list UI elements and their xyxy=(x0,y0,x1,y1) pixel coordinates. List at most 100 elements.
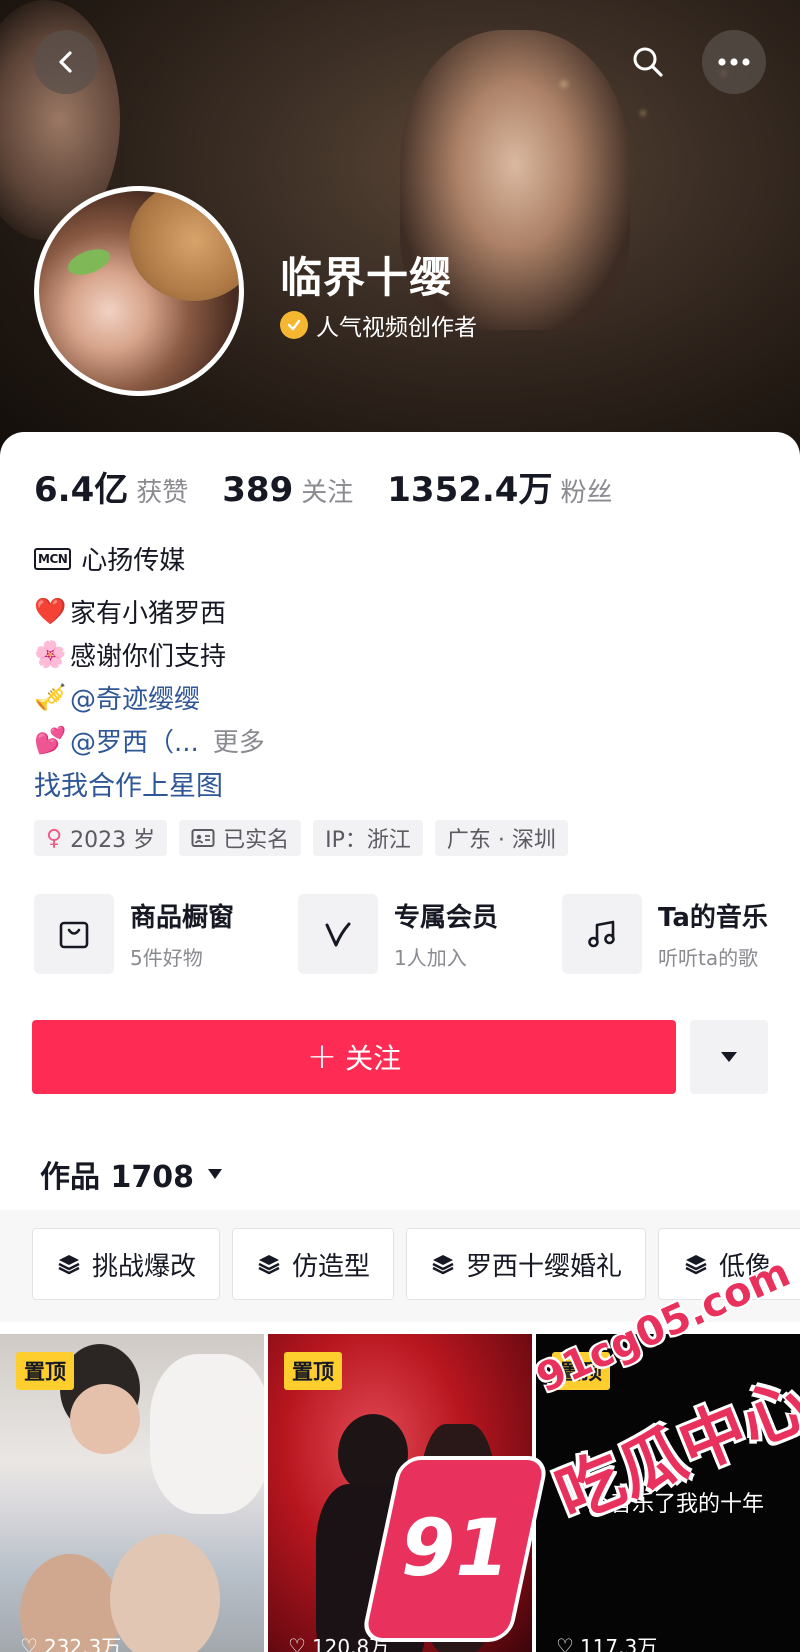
plus-icon: + xyxy=(306,1036,338,1077)
collection-label: 挑战爆改 xyxy=(91,1251,196,1282)
bio-text: 感谢你们支持 xyxy=(70,642,227,672)
profile-header: 临界十缨 人气视频创作者 xyxy=(0,0,800,470)
flower-emoji-icon: 🌸 xyxy=(34,639,67,670)
service-music[interactable]: Ta的音乐 听听ta的歌 xyxy=(562,894,768,974)
video-thumbnail[interactable]: 置顶 ♡ 232.3万 xyxy=(0,1334,264,1652)
avatar-leaf xyxy=(64,244,114,280)
thumbnail-figure xyxy=(70,1384,140,1454)
bio-line: 💕 @罗西（... 更多 xyxy=(34,719,265,762)
layers-icon xyxy=(258,1255,280,1275)
bio-more-button[interactable]: 更多 xyxy=(213,722,265,759)
triangle-down-icon xyxy=(721,1052,737,1062)
likes-text: 117.3万 xyxy=(579,1635,658,1652)
avatar-hat xyxy=(129,191,239,301)
cooperate-link[interactable]: 找我合作上星图 xyxy=(34,762,265,805)
video-thumbnail[interactable]: 置顶 一个音乐了我的十年 ♡ 117.3万 xyxy=(536,1334,800,1652)
collection-chip[interactable]: 挑战爆改 xyxy=(32,1228,220,1300)
likes-text: 120.8万 xyxy=(311,1635,390,1652)
thumbnail-figure xyxy=(316,1484,426,1652)
bio-line: 🎺 @奇迹缨缨 xyxy=(34,676,265,719)
thumbnail-figure xyxy=(110,1534,220,1652)
collection-chip[interactable]: 低像 xyxy=(658,1228,800,1300)
recommend-dropdown-button[interactable] xyxy=(690,1020,768,1094)
header-light xyxy=(640,110,646,116)
stat-followers[interactable]: 1352.4万 粉丝 xyxy=(387,462,612,511)
mention-link[interactable]: @罗西（... xyxy=(70,722,199,759)
mcn-row[interactable]: MCN 心扬传媒 xyxy=(34,540,185,577)
likes-text: 232.3万 xyxy=(43,1635,122,1652)
pinned-badge: 置顶 xyxy=(284,1352,342,1390)
service-shop-window[interactable]: 商品橱窗 5件好物 xyxy=(34,894,234,974)
search-button[interactable] xyxy=(616,30,680,94)
stat-following[interactable]: 389 关注 xyxy=(222,470,353,510)
profile-card: 6.4亿 获赞 389 关注 1352.4万 粉丝 MCN 心扬传媒 ❤️ 家有… xyxy=(0,432,800,1652)
verified-text: 已实名 xyxy=(223,828,290,853)
collections-bar: 挑战爆改 仿造型 罗西十缨婚礼 低像 xyxy=(0,1210,800,1322)
stat-likes[interactable]: 6.4亿 获赞 xyxy=(34,462,188,511)
mention-link[interactable]: @奇迹缨缨 xyxy=(70,679,200,716)
age-text: 2023 岁 xyxy=(70,828,156,853)
collection-chip[interactable]: 罗西十缨婚礼 xyxy=(406,1228,646,1300)
trumpet-emoji-icon: 🎺 xyxy=(34,682,67,713)
collection-chip[interactable]: 仿造型 xyxy=(232,1228,394,1300)
female-icon: ♀ xyxy=(46,825,63,851)
ip-tag: IP：浙江 xyxy=(313,820,423,856)
bio: ❤️ 家有小猪罗西 🌸 感谢你们支持 🎺 @奇迹缨缨 💕 @罗西（... 更多 … xyxy=(34,590,265,805)
location-text: 广东 · 深圳 xyxy=(446,828,556,853)
mcn-icon: MCN xyxy=(34,547,72,570)
stat-value: 389 xyxy=(222,470,294,510)
verification[interactable]: 人气视频创作者 xyxy=(280,308,477,342)
profile-tags: ♀ 2023 岁 已实名 IP：浙江 广东 · 深圳 xyxy=(34,820,568,856)
stat-label: 获赞 xyxy=(136,478,189,508)
location-tag[interactable]: 广东 · 深圳 xyxy=(434,820,568,856)
heart-outline-icon: ♡ xyxy=(556,1633,574,1652)
likes-count: ♡ 120.8万 xyxy=(288,1631,389,1652)
follow-button[interactable]: + 关注 xyxy=(32,1020,676,1094)
thumbnail-figure xyxy=(418,1424,498,1652)
service-membership[interactable]: 专属会员 1人加入 xyxy=(298,894,498,974)
bio-text: 家有小猪罗西 xyxy=(70,599,227,629)
mcn-name: 心扬传媒 xyxy=(81,546,186,576)
stat-value: 1352.4万 xyxy=(387,470,553,510)
video-thumbnail[interactable]: 置顶 ♡ 120.8万 xyxy=(268,1334,532,1652)
header-light xyxy=(560,80,568,88)
caret-down-icon xyxy=(207,1169,222,1179)
service-title: 商品橱窗 xyxy=(130,903,235,933)
follow-label: 关注 xyxy=(345,1042,402,1075)
pinned-badge: 置顶 xyxy=(552,1352,610,1390)
v-icon xyxy=(298,894,378,974)
stats-row: 6.4亿 获赞 389 关注 1352.4万 粉丝 xyxy=(34,462,646,511)
avatar[interactable] xyxy=(34,186,244,396)
id-card-icon xyxy=(191,829,215,847)
collection-label: 仿造型 xyxy=(291,1251,370,1282)
username: 临界十缨 xyxy=(280,253,453,302)
back-button[interactable] xyxy=(34,30,98,94)
service-subtitle: 听听ta的歌 xyxy=(658,946,759,970)
hearts-emoji-icon: 💕 xyxy=(34,725,67,756)
likes-count: ♡ 232.3万 xyxy=(20,1631,121,1652)
service-subtitle: 5件好物 xyxy=(130,946,203,970)
likes-count: ♡ 117.3万 xyxy=(556,1631,657,1652)
video-caption: 一个音乐了我的十年 xyxy=(566,1492,765,1517)
layers-icon xyxy=(685,1255,707,1275)
works-label: 作品 1708 xyxy=(40,1160,194,1195)
service-subtitle: 1人加入 xyxy=(394,946,467,970)
video-grid: 置顶 ♡ 232.3万 置顶 ♡ 120.8万 置顶 一个音乐了我的十年 ♡ 1… xyxy=(0,1334,800,1652)
service-title: 专属会员 xyxy=(394,903,499,933)
thumbnail-figure xyxy=(150,1354,264,1514)
ip-text: IP：浙江 xyxy=(325,828,411,853)
more-options-button[interactable] xyxy=(702,30,766,94)
verification-text: 人气视频创作者 xyxy=(316,315,477,341)
verified-tag[interactable]: 已实名 xyxy=(179,820,302,856)
heart-outline-icon: ♡ xyxy=(20,1633,38,1652)
heart-emoji-icon: ❤️ xyxy=(34,596,67,627)
services-row: 商品橱窗 5件好物 专属会员 1人加入 Ta的音乐 听听ta的歌 xyxy=(34,894,800,978)
stat-label: 粉丝 xyxy=(560,478,613,508)
shopping-bag-icon xyxy=(34,894,114,974)
collection-label: 低像 xyxy=(719,1251,772,1282)
collection-label: 罗西十缨婚礼 xyxy=(465,1251,622,1282)
verified-badge-icon xyxy=(280,311,308,339)
pinned-badge: 置顶 xyxy=(16,1352,74,1390)
search-icon xyxy=(633,47,663,77)
tab-works[interactable]: 作品 1708 xyxy=(40,1152,224,1196)
